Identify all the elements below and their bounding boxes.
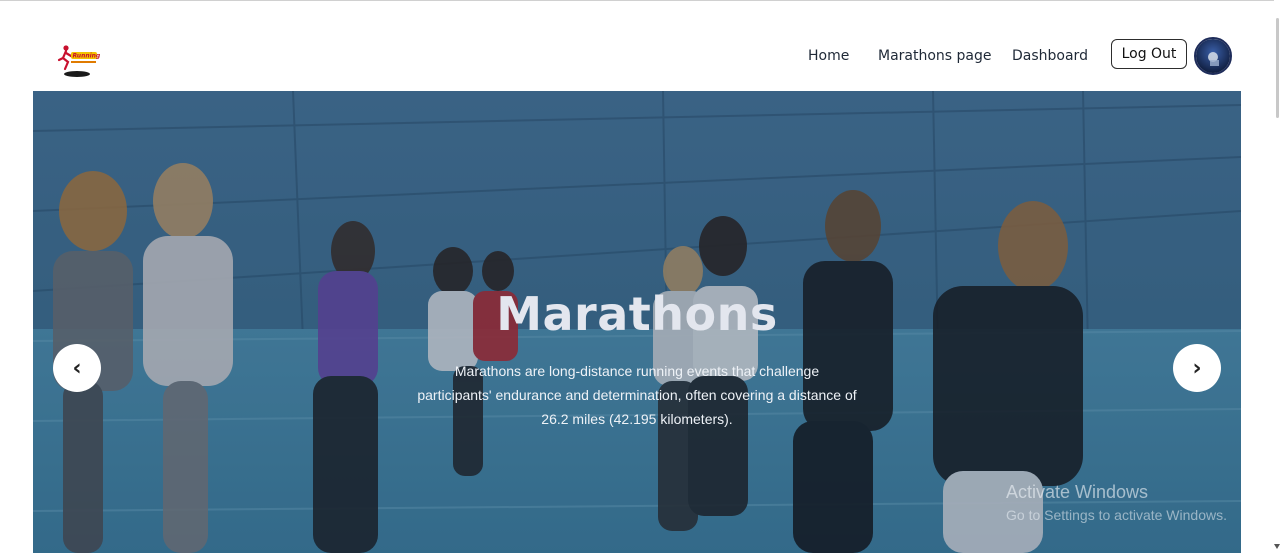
chevron-right-icon: ›: [1192, 355, 1202, 381]
hero-title: Marathons: [496, 287, 778, 341]
page-scrollbar[interactable]: [1274, 0, 1280, 553]
chevron-left-icon: ‹: [72, 355, 82, 381]
carousel-prev-button[interactable]: ‹: [53, 344, 101, 392]
nav-link-marathons[interactable]: Marathons page: [878, 48, 992, 64]
activate-windows-subtitle: Go to Settings to activate Windows.: [1006, 507, 1227, 523]
user-avatar[interactable]: [1194, 37, 1232, 75]
navbar: Running Home Marathons page Dashboard Lo…: [0, 0, 1270, 91]
activate-windows-title: Activate Windows: [1006, 482, 1149, 502]
svg-text:Running: Running: [73, 53, 101, 60]
logout-button[interactable]: Log Out: [1111, 39, 1187, 69]
carousel-next-button[interactable]: ›: [1173, 344, 1221, 392]
nav-link-dashboard[interactable]: Dashboard: [1012, 48, 1088, 64]
scrollbar-thumb[interactable]: [1276, 18, 1279, 118]
nav-link-home[interactable]: Home: [808, 48, 849, 64]
hero-description: Marathons are long-distance running even…: [417, 363, 857, 427]
scroll-down-arrow-icon[interactable]: [1274, 544, 1280, 549]
site-logo[interactable]: Running: [56, 40, 101, 78]
